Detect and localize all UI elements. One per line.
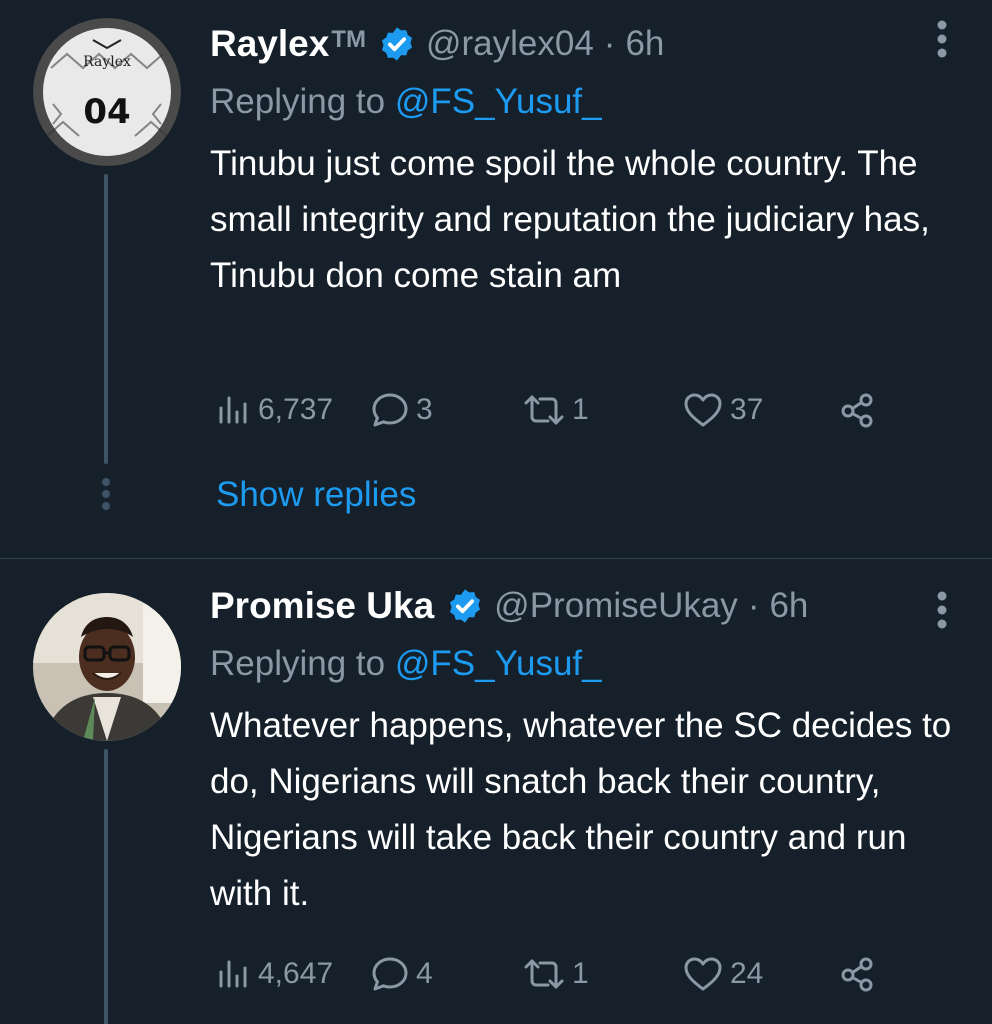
- retweet-button[interactable]: 1: [522, 388, 589, 432]
- author-name[interactable]: Raylex: [210, 23, 329, 65]
- share-icon: [841, 393, 873, 428]
- avatar-image: [33, 593, 181, 741]
- author-name-suffix: TM: [331, 26, 366, 53]
- retweet-count: 1: [572, 957, 589, 990]
- tweet[interactable]: Raylex 04 Raylex TM @raylex04 · 6h Reply…: [0, 0, 992, 558]
- tweet-actions: 6,737 3 1 37: [210, 388, 910, 432]
- like-count: 24: [730, 957, 764, 990]
- like-icon: [684, 957, 722, 991]
- replying-to-mention[interactable]: @FS_Yusuf_: [395, 644, 602, 683]
- like-count: 37: [730, 393, 764, 426]
- replying-to-mention[interactable]: @FS_Yusuf_: [395, 82, 602, 121]
- reply-button[interactable]: 4: [370, 952, 433, 996]
- replying-to: Replying to @FS_Yusuf_: [210, 80, 952, 124]
- avatar[interactable]: Raylex 04: [33, 18, 181, 166]
- like-button[interactable]: 24: [682, 952, 763, 996]
- timestamp[interactable]: 6h: [769, 586, 808, 626]
- share-button[interactable]: [838, 388, 878, 432]
- thread-more-icon: [102, 478, 110, 510]
- reply-button[interactable]: 3: [370, 388, 433, 432]
- tweet-text: Whatever happens, whatever the SC decide…: [210, 706, 952, 913]
- views-icon: [219, 396, 247, 424]
- verified-badge-icon: [450, 589, 481, 623]
- views-button[interactable]: 4,647: [216, 952, 333, 996]
- tweet-text: Tinubu just come spoil the whole country…: [210, 144, 930, 295]
- views-button[interactable]: 6,737: [216, 388, 333, 432]
- author-name[interactable]: Promise Uka: [210, 585, 434, 627]
- tweet-header: Promise Uka @PromiseUkay · 6h: [210, 584, 952, 628]
- thread-line: [104, 749, 108, 1024]
- show-replies-link[interactable]: Show replies: [216, 475, 416, 515]
- tweet-actions: 4,647 4 1 24: [210, 952, 910, 996]
- tweet-header: Raylex TM @raylex04 · 6h: [210, 22, 952, 66]
- views-count: 6,737: [258, 393, 334, 426]
- separator: ·: [603, 24, 616, 63]
- separator: ·: [747, 586, 760, 625]
- replying-to: Replying to @FS_Yusuf_: [210, 642, 952, 686]
- retweet-count: 1: [572, 393, 589, 426]
- reply-icon: [372, 393, 408, 427]
- svg-text:04: 04: [83, 92, 130, 132]
- like-icon: [684, 393, 722, 427]
- retweet-icon: [524, 395, 564, 425]
- share-icon: [841, 957, 873, 992]
- replying-to-label: Replying to: [210, 82, 386, 121]
- author-handle[interactable]: @raylex04: [426, 24, 594, 64]
- share-button[interactable]: [838, 952, 878, 996]
- replying-to-label: Replying to: [210, 644, 386, 683]
- more-icon[interactable]: [936, 20, 948, 58]
- reply-count: 3: [416, 393, 433, 426]
- avatar[interactable]: [33, 593, 181, 741]
- avatar-image: Raylex 04: [33, 18, 181, 166]
- retweet-icon: [524, 959, 564, 989]
- like-button[interactable]: 37: [682, 388, 763, 432]
- reply-count: 4: [416, 957, 433, 990]
- timestamp[interactable]: 6h: [625, 24, 664, 64]
- retweet-button[interactable]: 1: [522, 952, 589, 996]
- reply-icon: [372, 957, 408, 991]
- thread-line: [104, 174, 108, 464]
- views-count: 4,647: [258, 957, 334, 990]
- author-handle[interactable]: @PromiseUkay: [494, 586, 738, 626]
- verified-badge-icon: [381, 27, 413, 61]
- views-icon: [219, 960, 247, 988]
- tweet-content: Promise Uka @PromiseUkay · 6h Replying t…: [210, 584, 952, 922]
- svg-text:Raylex: Raylex: [83, 54, 131, 70]
